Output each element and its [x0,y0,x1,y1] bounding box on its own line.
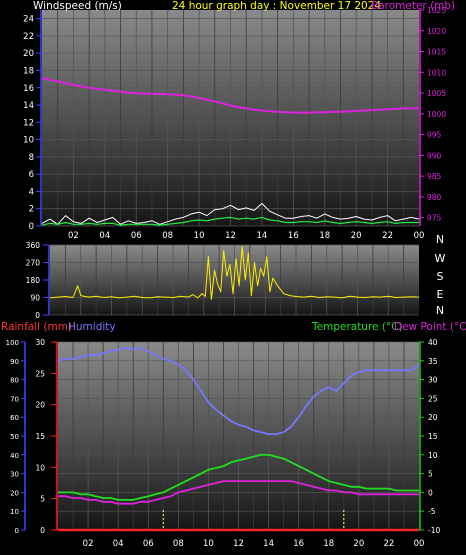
humidity-tick-label: 70 [10,395,19,403]
temperature-axis-title: Temperature (°C) [311,321,403,333]
compass-letter-e: E [437,288,444,301]
direction-tick-label: 90 [30,294,40,303]
dew-point-axis-title: Dew Point (°C) [394,321,466,333]
x-tick-label-04: 04 [99,231,110,241]
barometer-tick-label: 975 [427,214,442,223]
x-tick-label-08: 08 [162,231,173,241]
windspeed-tick-label: 2 [29,205,34,215]
humidity-tick-label: 50 [10,433,19,441]
x-tick-label-00: 00 [414,231,425,241]
barometer-tick-label: 1005 [427,89,446,98]
x-tick-label-12: 12 [233,539,244,549]
temperature-tick-label: 20 [428,413,438,422]
compass-letter-n: N [436,304,444,317]
temperature-tick-label: 10 [428,451,438,460]
windspeed-tick-label: 18 [23,66,34,76]
humidity-tick-label: 80 [10,377,19,385]
x-tick-label-16: 16 [288,231,299,241]
barometer-tick-label: 990 [427,151,442,160]
x-tick-label-00: 00 [414,539,425,549]
direction-tick-label: 180 [26,276,41,285]
rainfall-tick-label: 5 [40,495,45,504]
rainfall-tick-label: 30 [35,338,45,347]
x-tick-label-04: 04 [113,539,124,549]
windspeed-tick-label: 14 [23,101,34,111]
x-tick-label-22: 22 [384,539,395,549]
humidity-tick-label: 30 [10,471,19,479]
humidity-tick-label: 60 [10,414,19,422]
humidity-tick-label: 100 [6,339,19,347]
weather-charts: 0246810121416182022249759809859909951000… [1,0,466,549]
temperature-tick-label: -5 [428,507,436,516]
x-tick-label-16: 16 [293,539,304,549]
direction-tick-label: 360 [26,241,41,250]
temperature-tick-label: -10 [428,526,440,535]
x-tick-label-14: 14 [257,231,268,241]
barometer-tick-label: 1000 [427,110,446,119]
barometer-tick-label: 1020 [427,27,446,36]
rainfall-axis-title: Rainfall (mm) [1,321,72,333]
windspeed-tick-label: 8 [29,153,34,163]
windspeed-tick-label: 20 [23,49,34,59]
humidity-tick-label: 10 [10,508,19,516]
rainfall-tick-label: 20 [35,401,45,410]
x-tick-label-10: 10 [194,231,205,241]
windspeed-tick-label: 10 [23,136,34,146]
rainfall-tick-label: 25 [35,369,45,378]
temperature-tick-label: 40 [428,338,438,347]
compass-letter-s: S [437,270,444,283]
compass-letter-w: W [435,252,446,265]
chart-title: 24 hour graph day : November 17 2024 [172,0,381,12]
barometer-axis-title: Barometer (mb) [371,0,455,12]
barometer-tick-label: 1010 [427,68,446,77]
windspeed-tick-label: 4 [29,187,34,197]
windspeed-tick-label: 24 [23,15,34,25]
x-tick-label-18: 18 [323,539,334,549]
windspeed-tick-label: 6 [29,170,34,180]
barometer-tick-label: 995 [427,131,442,140]
x-tick-label-18: 18 [319,231,330,241]
x-tick-label-22: 22 [382,231,393,241]
rainfall-tick-label: 15 [35,432,45,441]
temperature-tick-label: 30 [428,376,438,385]
windspeed-tick-label: 22 [23,32,34,42]
x-tick-label-14: 14 [263,539,274,549]
humidity-tick-label: 20 [10,489,19,497]
temperature-tick-label: 0 [428,488,433,497]
barometer-tick-label: 985 [427,172,442,181]
barometer-tick-label: 980 [427,193,442,202]
windspeed-axis-title: Windspeed (m/s) [33,0,122,12]
compass-letter-n: N [436,233,444,246]
x-tick-label-20: 20 [351,231,362,241]
humidity-axis-title: Humidity [68,321,116,333]
barometer-tick-label: 1015 [427,48,446,57]
rainfall-tick-label: 0 [40,526,45,535]
windspeed-tick-label: 16 [23,84,34,94]
windspeed-tick-label: 0 [29,222,34,232]
x-tick-label-20: 20 [353,539,364,549]
rainfall-tick-label: 10 [35,463,45,472]
x-tick-label-06: 06 [143,539,154,549]
direction-tick-label: 270 [26,259,41,268]
temperature-tick-label: 35 [428,357,438,366]
x-tick-label-10: 10 [203,539,214,549]
x-tick-label-12: 12 [225,231,236,241]
temperature-tick-label: 5 [428,470,433,479]
windspeed-tick-label: 12 [23,118,34,128]
x-tick-label-06: 06 [131,231,142,241]
x-tick-label-02: 02 [68,231,79,241]
temperature-tick-label: 25 [428,394,438,403]
x-tick-label-02: 02 [83,539,94,549]
humidity-tick-label: 0 [15,527,19,535]
x-tick-label-08: 08 [173,539,184,549]
temperature-tick-label: 15 [428,432,438,441]
direction-tick-label: 0 [35,311,40,320]
humidity-tick-label: 90 [10,358,19,366]
humidity-tick-label: 40 [10,452,19,460]
